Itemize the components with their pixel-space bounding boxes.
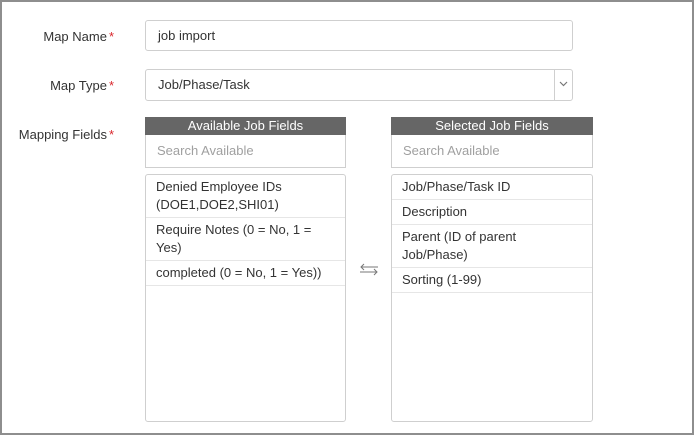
mapping-fields-label-text: Mapping Fields xyxy=(18,127,107,142)
selected-field-item[interactable]: Job/Phase/Task ID xyxy=(392,175,592,200)
selected-field-item[interactable]: Sorting (1-99) xyxy=(392,268,592,293)
selected-fields-header: Selected Job Fields xyxy=(391,117,593,135)
map-name-label-text: Map Name xyxy=(43,29,107,44)
map-type-dropdown-toggle[interactable] xyxy=(554,70,572,100)
available-field-item[interactable]: Require Notes (0 = No, 1 = Yes) xyxy=(146,218,345,261)
map-name-input[interactable]: job import xyxy=(145,20,573,51)
required-mark: * xyxy=(108,29,114,44)
available-field-item[interactable]: completed (0 = No, 1 = Yes)) xyxy=(146,261,345,286)
map-type-label: Map Type * xyxy=(2,78,114,93)
map-type-select[interactable]: Job/Phase/Task xyxy=(145,69,573,101)
available-fields-list[interactable]: Denied Employee IDs (DOE1,DOE2,SHI01) Re… xyxy=(145,174,346,422)
selected-field-item[interactable]: Parent (ID of parent Job/Phase) xyxy=(392,225,592,268)
available-fields-header: Available Job Fields xyxy=(145,117,346,135)
swap-arrows-icon[interactable] xyxy=(358,262,380,276)
map-type-label-text: Map Type xyxy=(50,78,107,93)
required-mark: * xyxy=(108,127,114,142)
required-mark: * xyxy=(108,78,114,93)
map-name-label: Map Name * xyxy=(2,29,114,44)
selected-field-item[interactable]: Description xyxy=(392,200,592,225)
mapping-dialog: Map Name * job import Map Type * Job/Phase… xyxy=(0,0,694,435)
selected-search-input[interactable]: Search Available xyxy=(391,135,593,168)
available-search-input[interactable]: Search Available xyxy=(145,135,346,168)
map-type-value: Job/Phase/Task xyxy=(158,77,250,92)
chevron-down-icon xyxy=(559,81,568,87)
selected-fields-list[interactable]: Job/Phase/Task ID Description Parent (ID… xyxy=(391,174,593,422)
mapping-fields-label: Mapping Fields * xyxy=(2,127,114,142)
available-field-item[interactable]: Denied Employee IDs (DOE1,DOE2,SHI01) xyxy=(146,175,345,218)
